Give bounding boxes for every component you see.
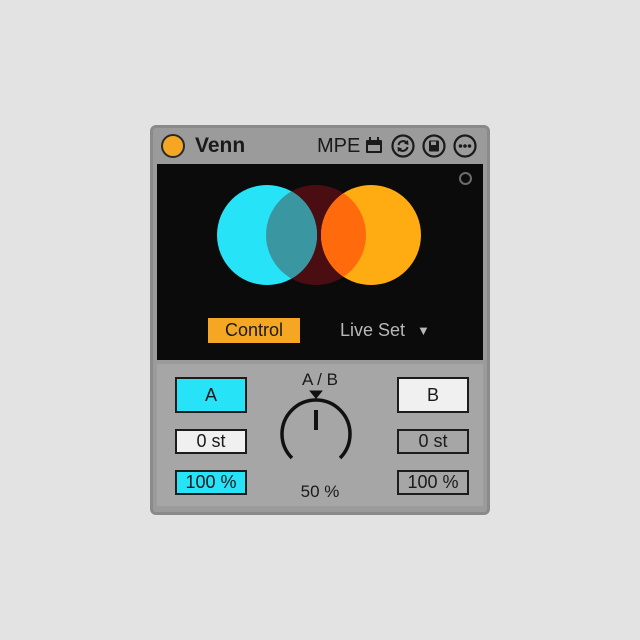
b-button[interactable]: B [397,377,469,413]
device-on-toggle[interactable] [161,134,185,158]
hot-swap-icon[interactable] [391,134,415,158]
a-transpose-field[interactable]: 0 st [175,429,247,454]
chevron-down-icon: ▼ [417,323,430,338]
a-level-field[interactable]: 100 % [175,470,247,495]
b-transpose-field[interactable]: 0 st [397,429,469,454]
b-level-field[interactable]: 100 % [397,470,469,495]
controls-panel: A 0 st 100 % A / B 50 % B 0 st 100 % [157,364,483,506]
a-button[interactable]: A [175,377,247,413]
device-title-bar: Venn MPE [153,128,487,164]
calendar-icon[interactable] [362,134,386,158]
save-icon[interactable] [422,134,446,158]
mpe-toggle[interactable]: MPE [317,134,360,158]
more-icon[interactable] [453,134,477,158]
mix-dial-value: 50 % [300,482,340,501]
device-title: Venn [195,134,246,157]
source-dropdown[interactable]: Live Set ▼ [340,318,430,343]
status-indicator[interactable] [459,172,472,185]
mix-dial-marker [309,390,323,399]
control-button[interactable]: Control [208,318,300,343]
source-dropdown-label: Live Set [340,320,406,340]
mix-dial[interactable] [280,389,360,477]
mix-dial-label: A / B [302,370,338,389]
venn-diagram[interactable] [157,164,483,360]
venn-device: Venn MPE Control Live Set ▼ A 0 st 100 %… [150,125,490,515]
venn-display: Control Live Set ▼ [157,164,483,360]
